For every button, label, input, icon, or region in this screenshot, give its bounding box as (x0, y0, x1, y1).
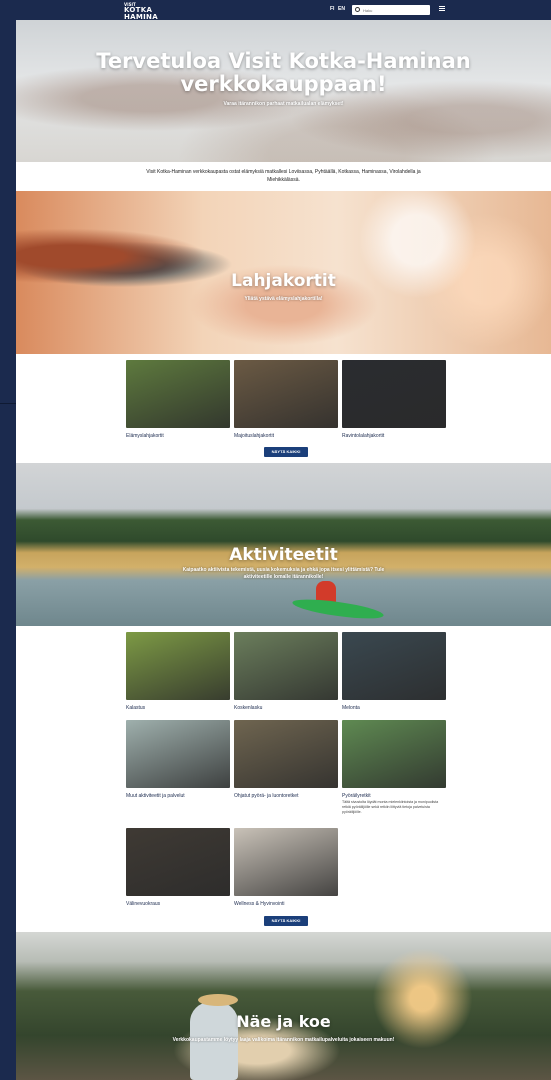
language-en[interactable]: EN (338, 6, 345, 12)
card-label[interactable]: Ravintolalahjakortit (342, 433, 446, 439)
card[interactable]: Elämyslahjakortit (126, 360, 230, 439)
card-label[interactable]: Pyöräilyretkit (342, 793, 446, 799)
language-fi[interactable]: FI (330, 6, 334, 12)
top-navigation: VISIT KOTKA HAMINA FI EN (16, 0, 551, 21)
see-and-experience-banner[interactable]: Näe ja koe Verkkokaupastamme löytyy laaj… (16, 932, 551, 1080)
card-label[interactable]: Elämyslahjakortit (126, 433, 230, 439)
activities-title: Aktiviteetit (229, 545, 338, 565)
card[interactable]: Melonta (342, 632, 446, 711)
activities-banner[interactable]: Aktiviteetit Kaipaatko aktiivista tekemi… (16, 463, 551, 626)
card-image[interactable] (126, 828, 230, 896)
card-image[interactable] (234, 720, 338, 788)
card-label[interactable]: Ohjatut pyörä- ja luontoretket (234, 793, 338, 799)
show-all-gift-cards-button[interactable]: NÄYTÄ KAIKKI (264, 447, 308, 457)
card-description: Tältä sivustolta löydät monta mielenkiin… (342, 800, 439, 814)
card-image[interactable] (342, 632, 446, 700)
site-logo[interactable]: VISIT KOTKA HAMINA (124, 2, 158, 21)
hero-title: Tervetuloa Visit Kotka-Haminan verkkokau… (96, 49, 471, 96)
card-image[interactable] (126, 720, 230, 788)
hero-subtitle: Varaa itärannikon parhaat matkailualan e… (223, 101, 344, 107)
card[interactable]: Muut aktiviteetit ja palvelut (126, 720, 230, 799)
card-image[interactable] (126, 360, 230, 428)
see-and-experience-subtitle: Verkkokaupastamme löytyy laaja valikoima… (172, 1037, 395, 1043)
gift-card-title: Lahjakortit (231, 271, 336, 291)
card-label[interactable]: Välinevuokraus (126, 901, 230, 907)
activities-subtitle: Kaipaatko aktiivista tekemistä, uusia ko… (182, 567, 385, 580)
card-image[interactable] (234, 828, 338, 896)
card[interactable]: Pyöräilyretkit Tältä sivustolta löydät mo… (342, 720, 446, 815)
card-label[interactable]: Muut aktiviteetit ja palvelut (126, 793, 230, 799)
card[interactable]: Välinevuokraus (126, 828, 230, 907)
see-and-experience-title: Näe ja koe (236, 1012, 331, 1031)
card[interactable]: Ohjatut pyörä- ja luontoretket (234, 720, 338, 799)
hamburger-menu-icon[interactable] (439, 6, 445, 12)
card[interactable]: Wellness & Hyvinvointi (234, 828, 338, 907)
search-icon[interactable] (355, 7, 360, 12)
sun-hat (198, 994, 238, 1006)
card-image[interactable] (234, 360, 338, 428)
card[interactable]: Kalastus (126, 632, 230, 711)
card-image[interactable] (342, 720, 446, 788)
search-input[interactable] (363, 6, 427, 14)
card-label[interactable]: Wellness & Hyvinvointi (234, 901, 338, 907)
card-label[interactable]: Melonta (342, 705, 446, 711)
card-image[interactable] (342, 360, 446, 428)
search-box (352, 5, 430, 15)
card-image[interactable] (126, 632, 230, 700)
card-label[interactable]: Kalastus (126, 705, 230, 711)
show-all-activities-button[interactable]: NÄYTÄ KAIKKI (264, 916, 308, 926)
gift-card-subtitle: Yllätä ystävä elämyslahjakortilla! (244, 296, 323, 302)
page: VISIT KOTKA HAMINA FI EN Tervetuloa Visi… (16, 0, 551, 1080)
kayak (291, 595, 385, 623)
card[interactable]: Majoituslahjakortit (234, 360, 338, 439)
hero-banner: Tervetuloa Visit Kotka-Haminan verkkokau… (16, 20, 551, 162)
card[interactable]: Ravintolalahjakortit (342, 360, 446, 439)
card-label[interactable]: Koskenlasku (234, 705, 338, 711)
intro-text: Visit Kotka-Haminan verkkokaupasta ostat… (146, 169, 421, 183)
card-image[interactable] (234, 632, 338, 700)
gift-card-banner[interactable]: Lahjakortit Yllätä ystävä elämyslahjakor… (16, 191, 551, 354)
card[interactable]: Koskenlasku (234, 632, 338, 711)
card-label[interactable]: Majoituslahjakortit (234, 433, 338, 439)
